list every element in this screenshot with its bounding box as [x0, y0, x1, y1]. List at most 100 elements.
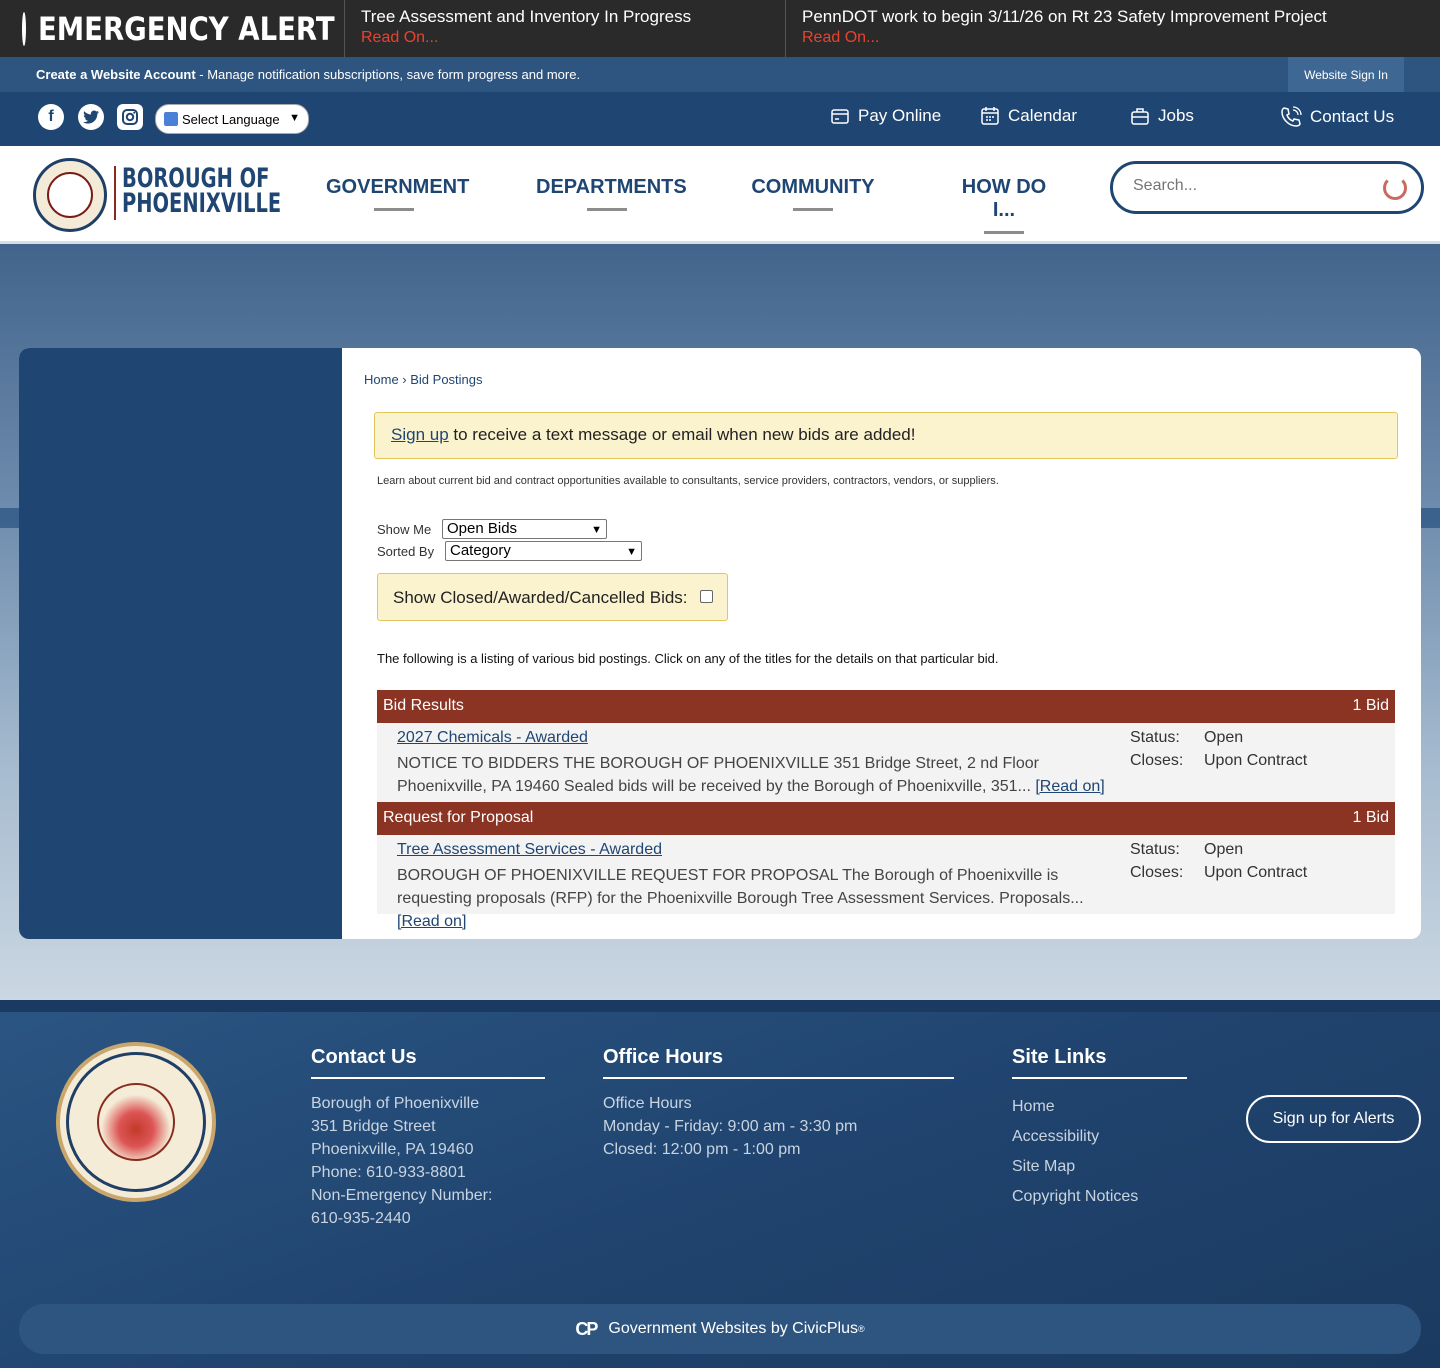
sorted-by-label: Sorted By	[377, 544, 435, 559]
alert-headline[interactable]: PennDOT work to begin 3/11/26 on Rt 23 S…	[802, 7, 1327, 27]
nav-label: HOW DO I...	[961, 176, 1047, 221]
bid-row: Tree Assessment Services - Awarded BOROU…	[377, 835, 1395, 930]
footer-top-line	[0, 1000, 1440, 1012]
facebook-icon[interactable]: f	[38, 104, 64, 130]
civicplus-text: Government Websites by CivicPlus	[608, 1320, 858, 1337]
bid-read-on-link[interactable]: [Read on]	[397, 913, 466, 930]
language-select[interactable]: Select Language ▼	[155, 104, 309, 134]
footer-links-heading: Site Links	[1012, 1046, 1187, 1079]
emergency-alert-title: EMERGENCY ALERT	[38, 9, 335, 48]
bid-status-label: Status:	[1130, 841, 1180, 858]
contact-us-link[interactable]: Contact Us	[1280, 106, 1394, 128]
footer-contact-line: Phoenixville, PA 19460	[311, 1141, 474, 1158]
seal-phoenix-emblem	[97, 1083, 175, 1161]
show-closed-toggle-box: Show Closed/Awarded/Cancelled Bids:	[377, 573, 728, 621]
bid-title-link[interactable]: 2027 Chemicals - Awarded	[397, 729, 588, 747]
nav-departments[interactable]: DEPARTMENTS	[536, 176, 687, 211]
site-header: BOROUGH OF PHOENIXVILLE GOVERNMENT DEPAR…	[0, 146, 1440, 244]
search-icon[interactable]	[1383, 176, 1407, 200]
nav-label: COMMUNITY	[751, 176, 875, 198]
civicplus-logo-icon: CP	[575, 1318, 598, 1339]
footer-hours-heading: Office Hours	[603, 1046, 954, 1079]
site-search	[1110, 161, 1424, 214]
calendar-label: Calendar	[1008, 106, 1077, 125]
show-closed-label: Show Closed/Awarded/Cancelled Bids:	[393, 588, 688, 607]
language-select-label: Select Language	[182, 111, 280, 127]
footer-contact-heading: Contact Us	[311, 1046, 545, 1079]
bid-closes-label: Closes:	[1130, 752, 1184, 769]
bid-description-text: BOROUGH OF PHOENIXVILLE REQUEST FOR PROP…	[397, 867, 1084, 907]
chevron-down-icon: ▼	[626, 546, 637, 558]
signup-link[interactable]: Sign up	[391, 425, 449, 444]
emergency-alert-title-block: EMERGENCY ALERT	[0, 0, 345, 57]
breadcrumb-current[interactable]: Bid Postings	[410, 372, 482, 387]
category-name: Bid Results	[383, 697, 464, 714]
calendar-icon	[981, 107, 999, 125]
twitter-icon[interactable]	[78, 104, 104, 130]
show-closed-checkbox[interactable]	[700, 590, 713, 603]
bid-status-value: Open	[1204, 729, 1244, 746]
breadcrumb-home[interactable]: Home	[364, 372, 399, 387]
footer-contact-line: 351 Bridge Street	[311, 1118, 436, 1135]
instagram-icon[interactable]	[117, 104, 143, 130]
sorted-by-select[interactable]: Category ▼	[445, 541, 642, 561]
website-sign-in-button[interactable]: Website Sign In	[1288, 57, 1404, 92]
account-bar: Create a Website Account - Manage notifi…	[0, 57, 1440, 92]
listing-intro-text: The following is a listing of various bi…	[377, 651, 999, 666]
nav-underline	[984, 231, 1024, 234]
footer-link-site-map[interactable]: Site Map	[1012, 1152, 1138, 1182]
civicplus-bar[interactable]: CP Government Websites by CivicPlus ®	[19, 1304, 1421, 1354]
calendar-link[interactable]: Calendar	[980, 106, 1077, 126]
borough-seal-logo[interactable]	[33, 158, 107, 232]
footer-link-home[interactable]: Home	[1012, 1092, 1138, 1122]
category-count: 1 Bid	[1352, 697, 1389, 714]
create-account-link[interactable]: Create a Website Account	[36, 67, 196, 82]
emergency-alert-bar: EMERGENCY ALERT Tree Assessment and Inve…	[0, 0, 1440, 57]
alert-item[interactable]: Tree Assessment and Inventory In Progres…	[345, 0, 786, 57]
show-me-select[interactable]: Open Bids ▼	[442, 519, 607, 539]
site-footer: Contact Us Borough of Phoenixville 351 B…	[0, 1000, 1440, 1368]
bid-row: 2027 Chemicals - Awarded NOTICE TO BIDDE…	[377, 723, 1395, 802]
sorted-by-value: Category	[450, 542, 511, 559]
footer-links-block: Home Accessibility Site Map Copyright No…	[1012, 1092, 1138, 1212]
chevron-down-icon: ▼	[289, 112, 300, 124]
nav-community[interactable]: COMMUNITY	[751, 176, 875, 211]
bid-description: NOTICE TO BIDDERS THE BOROUGH OF PHOENIX…	[397, 752, 1111, 798]
bid-read-on-link[interactable]: [Read on]	[1035, 778, 1104, 795]
footer-contact-line: Borough of Phoenixville	[311, 1095, 480, 1112]
footer-hours-line: Office Hours	[603, 1095, 692, 1112]
contact-us-label: Contact Us	[1310, 107, 1395, 126]
sign-up-alerts-button[interactable]: Sign up for Alerts	[1246, 1095, 1421, 1143]
site-logo-text[interactable]: BOROUGH OF PHOENIXVILLE	[122, 165, 281, 217]
bid-closes-value: Upon Contract	[1204, 752, 1308, 769]
alert-headline[interactable]: Tree Assessment and Inventory In Progres…	[361, 7, 769, 27]
footer-link-copyright[interactable]: Copyright Notices	[1012, 1182, 1138, 1212]
category-header: Request for Proposal 1 Bid	[377, 802, 1395, 835]
signup-notice-text: to receive a text message or email when …	[448, 425, 916, 444]
intro-text: Learn about current bid and contract opp…	[377, 475, 999, 487]
alert-item[interactable]: PennDOT work to begin 3/11/26 on Rt 23 S…	[786, 0, 1327, 57]
nav-label: DEPARTMENTS	[536, 176, 687, 198]
alert-read-on-link[interactable]: Read On...	[802, 27, 1211, 49]
nav-how-do-i[interactable]: HOW DO I...	[949, 176, 1059, 234]
category-header: Bid Results 1 Bid	[377, 690, 1395, 723]
utility-bar: f Select Language ▼ Pay Online Calendar …	[0, 92, 1440, 146]
search-input[interactable]	[1133, 177, 1373, 195]
nav-government[interactable]: GOVERNMENT	[326, 176, 469, 211]
bid-closes-label: Closes:	[1130, 864, 1184, 881]
footer-hours-line: Monday - Friday: 9:00 am - 3:30 pm	[603, 1118, 858, 1135]
pay-online-link[interactable]: Pay Online	[830, 106, 941, 126]
footer-link-accessibility[interactable]: Accessibility	[1012, 1122, 1138, 1152]
briefcase-icon	[1131, 108, 1149, 125]
pay-online-icon	[831, 109, 849, 124]
alert-read-on-link[interactable]: Read On...	[361, 27, 769, 49]
seal-ring	[66, 1052, 206, 1192]
bid-title-link[interactable]: Tree Assessment Services - Awarded	[397, 841, 662, 859]
phone-icon	[1281, 106, 1302, 127]
category-count: 1 Bid	[1352, 809, 1389, 826]
bid-status-value: Open	[1204, 841, 1244, 858]
footer-contact-line: Non-Emergency Number:	[311, 1187, 493, 1204]
category-name: Request for Proposal	[383, 809, 534, 826]
jobs-label: Jobs	[1158, 106, 1194, 125]
jobs-link[interactable]: Jobs	[1130, 106, 1194, 126]
